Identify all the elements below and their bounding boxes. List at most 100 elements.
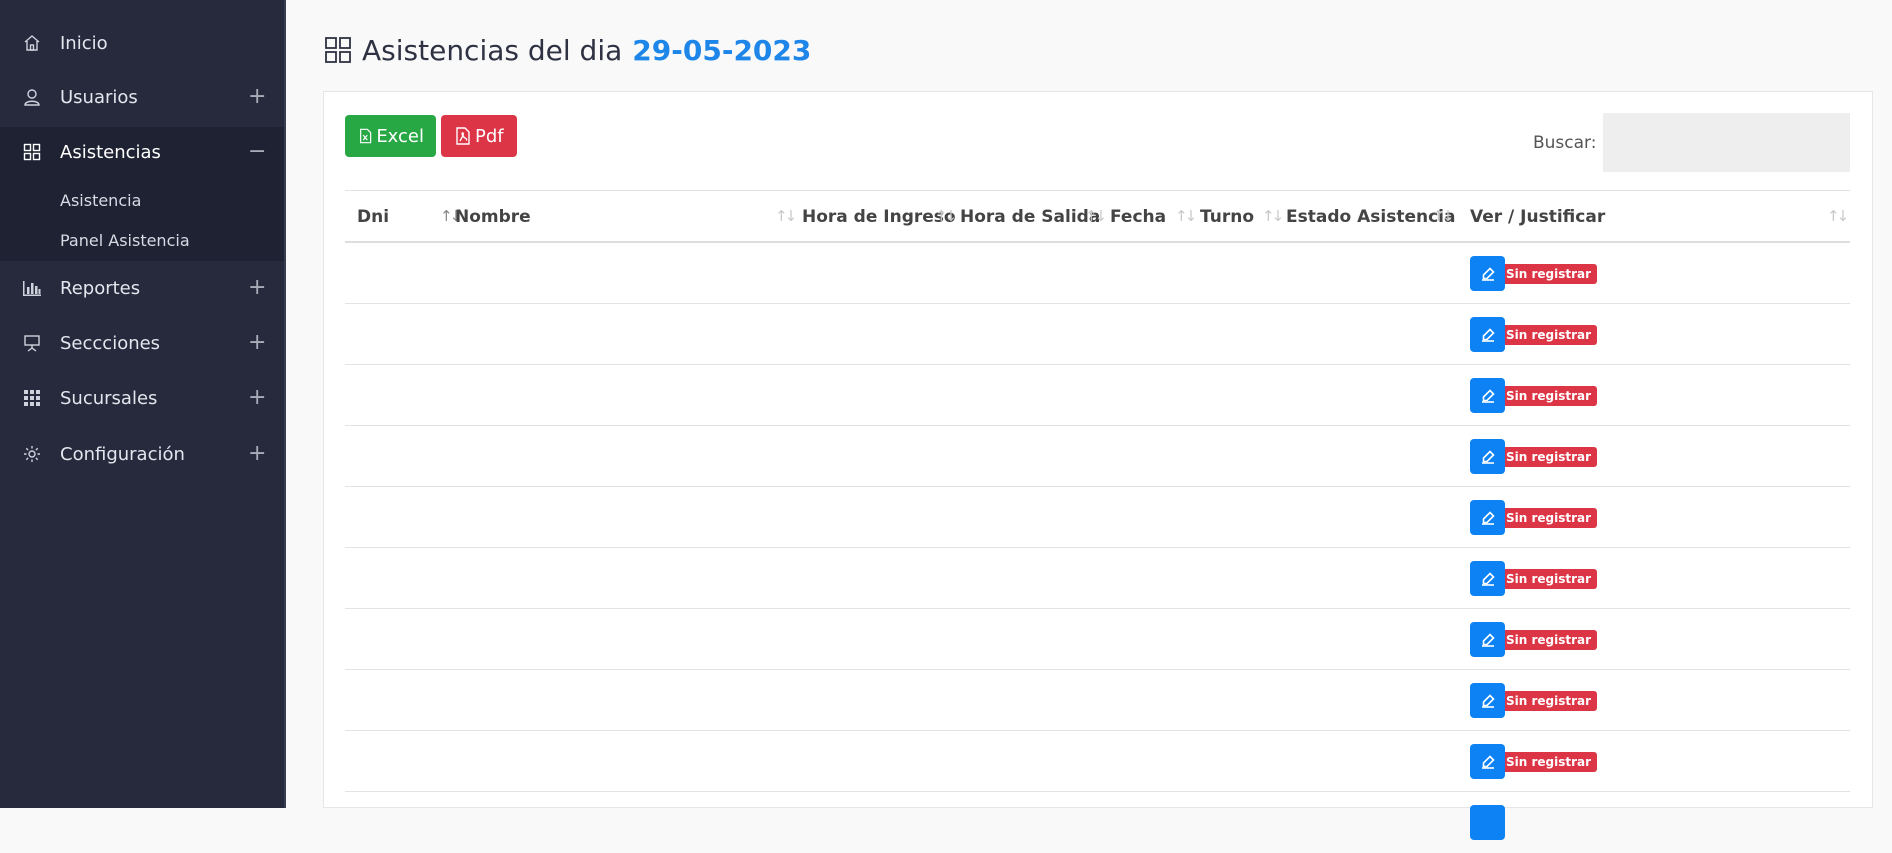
- expand-plus-icon[interactable]: +: [248, 277, 266, 299]
- edit-icon: [1481, 388, 1495, 403]
- table-row: Sin registrar: [345, 243, 1850, 304]
- grid-icon: [324, 36, 352, 64]
- sidebar-item-usuarios[interactable]: Usuarios +: [0, 72, 284, 122]
- sort-icon[interactable]: ↑↓: [935, 207, 957, 225]
- sidebar-item-label: Asistencias: [60, 141, 161, 163]
- sidebar-item-label: Seccciones: [60, 332, 161, 354]
- sort-icon[interactable]: ↑↓: [1827, 207, 1849, 225]
- sidebar-item-reportes[interactable]: Reportes +: [0, 263, 284, 313]
- page-title: Asistencias del dia 29-05-2023: [324, 30, 811, 70]
- column-header-hora-salida[interactable]: Hora de Salida: [960, 191, 1100, 242]
- main-content: Asistencias del dia 29-05-2023 Excel Pdf…: [286, 0, 1892, 840]
- justify-button[interactable]: [1470, 439, 1505, 474]
- justify-button[interactable]: [1470, 256, 1505, 291]
- excel-file-icon: [360, 128, 372, 144]
- column-header-estado[interactable]: Estado Asistencia: [1286, 191, 1455, 242]
- expand-plus-icon[interactable]: +: [248, 443, 266, 465]
- edit-icon: [1481, 693, 1495, 708]
- sidebar-item-label: Inicio: [60, 32, 108, 54]
- sidebar-item-label: Usuarios: [60, 86, 138, 108]
- grid-icon: [22, 142, 42, 162]
- edit-icon: [1481, 449, 1495, 464]
- export-pdf-button[interactable]: Pdf: [441, 115, 517, 157]
- table-row: Sin registrar: [345, 731, 1850, 792]
- search-input[interactable]: [1603, 113, 1850, 172]
- status-badge: Sin registrar: [1500, 630, 1598, 650]
- sidebar-item-label: Sucursales: [60, 387, 158, 409]
- column-header-nombre[interactable]: Nombre: [455, 191, 531, 242]
- table-row: Sin registrar: [345, 426, 1850, 487]
- edit-icon: [1481, 632, 1495, 647]
- export-pdf-label: Pdf: [475, 125, 504, 147]
- building-grid-icon: [22, 388, 42, 408]
- status-badge: Sin registrar: [1500, 691, 1598, 711]
- status-badge: Sin registrar: [1500, 325, 1598, 345]
- justify-button[interactable]: [1470, 805, 1505, 840]
- sort-icon[interactable]: ↑↓: [1175, 207, 1197, 225]
- sort-icon[interactable]: ↑↓: [1262, 207, 1284, 225]
- sidebar-submenu: Asistencia Panel Asistencia: [0, 177, 284, 261]
- edit-icon: [1481, 327, 1495, 342]
- edit-icon: [1481, 571, 1495, 586]
- edit-icon: [1481, 266, 1495, 281]
- column-header-turno[interactable]: Turno: [1200, 191, 1254, 242]
- submenu-item-asistencia[interactable]: Asistencia: [60, 191, 141, 210]
- table-row: Sin registrar: [345, 304, 1850, 365]
- expand-plus-icon[interactable]: +: [248, 86, 266, 108]
- gear-icon: [22, 444, 42, 464]
- column-label: Dni: [357, 206, 390, 227]
- sidebar-item-secciones[interactable]: Seccciones +: [0, 318, 284, 368]
- table-row: Sin registrar: [345, 609, 1850, 670]
- expand-plus-icon[interactable]: +: [248, 332, 266, 354]
- table-row: Sin registrar: [345, 670, 1850, 731]
- submenu-item-panel-asistencia[interactable]: Panel Asistencia: [60, 231, 190, 250]
- justify-button[interactable]: [1470, 744, 1505, 779]
- sort-icon[interactable]: ↑↓: [1432, 207, 1454, 225]
- status-badge: Sin registrar: [1500, 447, 1598, 467]
- sidebar-item-label: Configuración: [60, 443, 185, 465]
- status-badge: Sin registrar: [1500, 386, 1598, 406]
- status-badge: Sin registrar: [1500, 264, 1598, 284]
- status-badge: Sin registrar: [1500, 752, 1598, 772]
- sidebar-item-sucursales[interactable]: Sucursales +: [0, 373, 284, 423]
- page-title-date: 29-05-2023: [632, 33, 812, 67]
- column-label: Hora de Salida: [960, 206, 1101, 227]
- table-row: [345, 792, 1850, 853]
- table-row: Sin registrar: [345, 365, 1850, 426]
- justify-button[interactable]: [1470, 317, 1505, 352]
- page-title-text: Asistencias del dia: [362, 33, 623, 67]
- justify-button[interactable]: [1470, 500, 1505, 535]
- justify-button[interactable]: [1470, 622, 1505, 657]
- search-label: Buscar:: [1533, 133, 1597, 153]
- column-label: Hora de Ingreso: [802, 206, 956, 227]
- status-badge: Sin registrar: [1500, 508, 1598, 528]
- column-header-dni[interactable]: Dni: [357, 191, 389, 242]
- column-header-fecha[interactable]: Fecha: [1110, 191, 1166, 242]
- export-excel-button[interactable]: Excel: [345, 115, 436, 157]
- sidebar-item-label: Reportes: [60, 277, 141, 299]
- column-header-hora-ingreso[interactable]: Hora de Ingreso: [802, 191, 956, 242]
- justify-button[interactable]: [1470, 561, 1505, 596]
- expand-plus-icon[interactable]: +: [248, 387, 266, 409]
- sort-icon[interactable]: ↑↓: [775, 207, 797, 225]
- sort-icon[interactable]: ↑↓: [1085, 207, 1107, 225]
- export-excel-label: Excel: [376, 125, 424, 147]
- sidebar-item-configuracion[interactable]: Configuración +: [0, 429, 284, 479]
- justify-button[interactable]: [1470, 378, 1505, 413]
- table-row: Sin registrar: [345, 487, 1850, 548]
- column-label: Turno: [1200, 206, 1254, 227]
- column-label: Ver / Justificar: [1470, 206, 1606, 227]
- justify-button[interactable]: [1470, 683, 1505, 718]
- column-header-ver-justificar[interactable]: Ver / Justificar: [1470, 191, 1605, 242]
- sidebar-item-inicio[interactable]: Inicio: [0, 18, 284, 68]
- column-label: Fecha: [1110, 206, 1167, 227]
- sidebar: Inicio Usuarios + Asistencias − Asistenc…: [0, 0, 286, 808]
- attendance-card: Excel Pdf Buscar: Dni ↑↓ Nombre ↑↓ Hora …: [323, 91, 1873, 840]
- pdf-file-icon: [456, 127, 470, 145]
- table-row: Sin registrar: [345, 548, 1850, 609]
- sidebar-item-asistencias[interactable]: Asistencias −: [0, 127, 284, 177]
- presentation-icon: [22, 333, 42, 353]
- home-icon: [22, 33, 42, 53]
- collapse-minus-icon[interactable]: −: [248, 141, 266, 163]
- status-badge: Sin registrar: [1500, 569, 1598, 589]
